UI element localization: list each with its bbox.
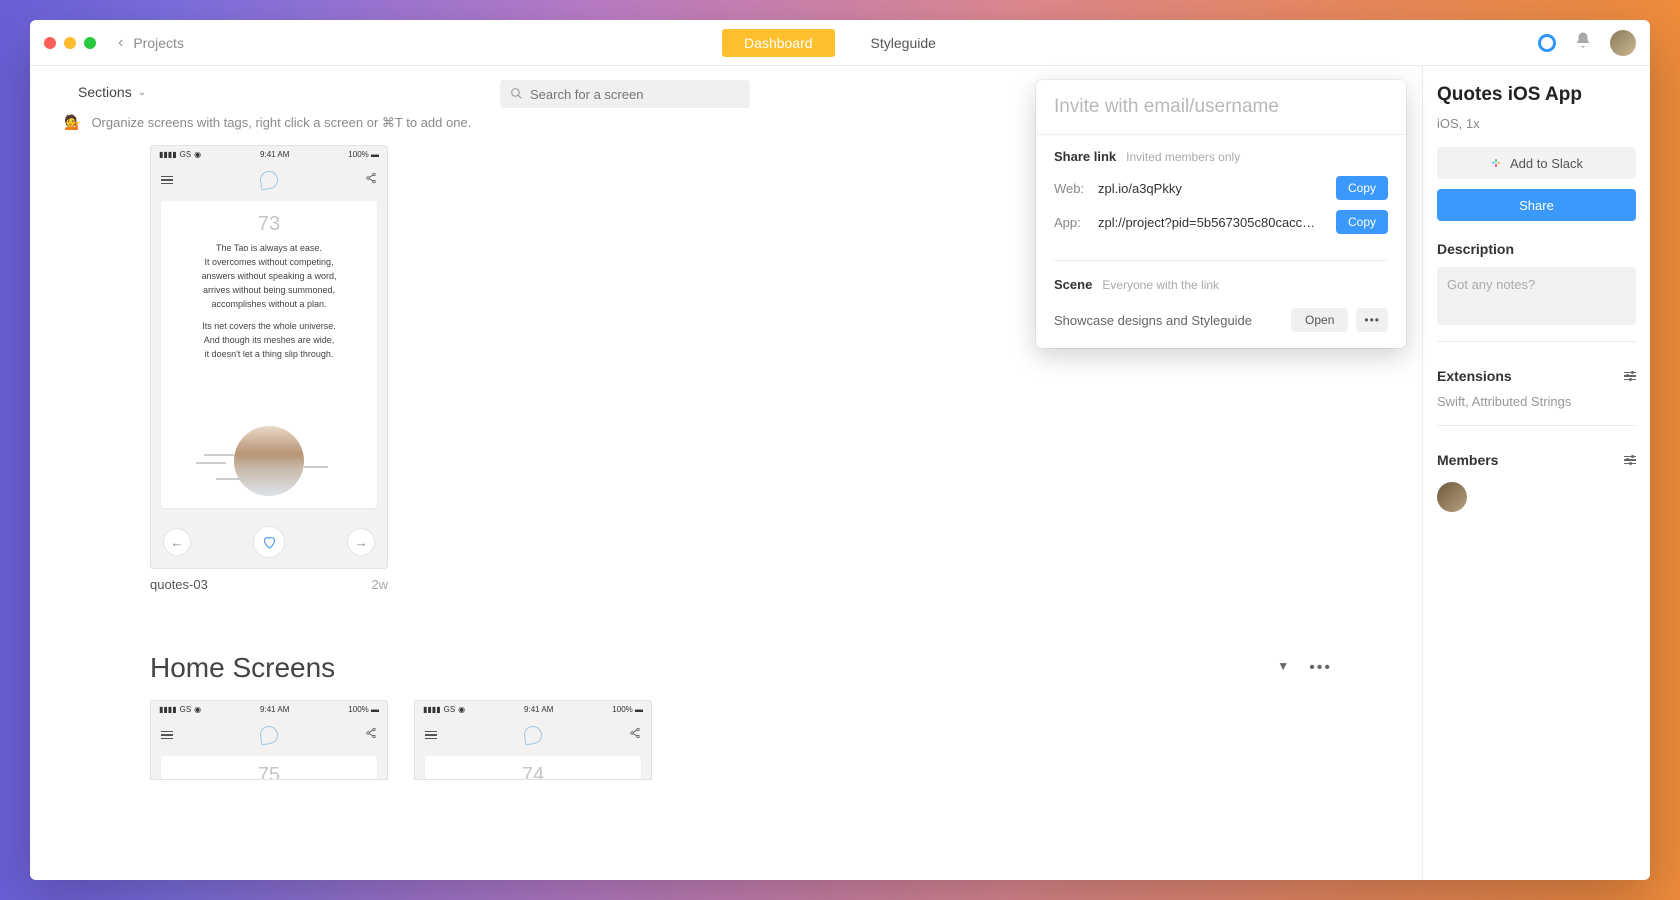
member-avatar[interactable] — [1437, 482, 1467, 512]
project-title: Quotes iOS App — [1437, 84, 1636, 106]
tab-dashboard[interactable]: Dashboard — [722, 29, 835, 57]
sliders-icon[interactable] — [1624, 456, 1636, 465]
divider — [1437, 425, 1636, 426]
copy-app-link-button[interactable]: Copy — [1336, 210, 1388, 234]
scene-sub: Everyone with the link — [1102, 278, 1219, 292]
screen-name: quotes-03 — [150, 577, 208, 592]
breadcrumb[interactable]: Projects — [133, 35, 184, 51]
sections-dropdown-label: Sections — [78, 84, 132, 100]
screen-thumbnail: ▮▮▮▮GS ◉ 9:41 AM 100% ▬ 73 — [150, 145, 388, 569]
section-title: Home Screens — [150, 652, 1277, 684]
quote-paragraph-2: Its net covers the whole universe. And t… — [202, 320, 336, 362]
tip-text: Organize screens with tags, right click … — [91, 115, 471, 131]
scene-more-button[interactable]: ••• — [1356, 308, 1388, 332]
battery-icon: ▬ — [635, 705, 643, 714]
share-link-sub: Invited members only — [1126, 150, 1240, 164]
project-subtitle: iOS, 1x — [1437, 116, 1636, 131]
app-link-label: App: — [1054, 215, 1090, 230]
statusbar-time: 9:41 AM — [260, 705, 289, 714]
screen-age: 2w — [371, 577, 388, 592]
web-link-label: Web: — [1054, 181, 1090, 196]
tab-styleguide[interactable]: Styleguide — [849, 29, 958, 57]
screen-card[interactable]: ▮▮▮▮GS ◉ 9:41 AM 100% ▬ 74 — [414, 700, 652, 780]
signal-icon: ▮▮▮▮ — [423, 705, 441, 714]
quote-number: 73 — [258, 213, 280, 236]
section-more-icon[interactable]: ••• — [1309, 659, 1332, 677]
device-statusbar: ▮▮▮▮GS ◉ 9:41 AM 100% ▬ — [151, 701, 387, 718]
titlebar: ‹ Projects Dashboard Styleguide — [30, 20, 1650, 66]
prev-arrow-icon: ← — [163, 528, 191, 556]
next-arrow-icon: → — [347, 528, 375, 556]
close-window-button[interactable] — [44, 37, 56, 49]
quote-image — [234, 426, 304, 496]
share-link-label: Share link — [1054, 149, 1116, 164]
tip-emoji-icon: 💁 — [64, 114, 81, 131]
app-logo-icon — [259, 725, 280, 746]
screen-card[interactable]: ▮▮▮▮GS ◉ 9:41 AM 100% ▬ 75 — [150, 700, 388, 780]
divider — [1437, 341, 1636, 342]
wifi-icon: ◉ — [194, 705, 201, 714]
signal-icon: ▮▮▮▮ — [159, 705, 177, 714]
quote-paragraph-1: The Tao is always at ease. It overcomes … — [201, 242, 336, 312]
app-logo-icon — [523, 725, 544, 746]
web-link-url: zpl.io/a3qPkky — [1098, 181, 1328, 196]
scene-description: Showcase designs and Styleguide — [1054, 313, 1283, 328]
add-to-slack-label: Add to Slack — [1510, 156, 1583, 171]
statusbar-time: 9:41 AM — [524, 705, 553, 714]
invite-input[interactable] — [1036, 80, 1406, 135]
quote-number: 75 — [258, 764, 280, 780]
copy-web-link-button[interactable]: Copy — [1336, 176, 1388, 200]
share-button[interactable]: Share — [1437, 189, 1636, 221]
share-button-label: Share — [1519, 198, 1554, 213]
app-logo-icon — [259, 170, 280, 191]
sections-dropdown[interactable]: Sections ⌄ — [78, 84, 146, 100]
slack-icon — [1490, 157, 1502, 169]
collapse-section-icon[interactable]: ▼ — [1277, 659, 1289, 677]
nav-tabs: Dashboard Styleguide — [722, 29, 958, 57]
heart-icon — [253, 526, 285, 558]
share-mini-icon — [365, 171, 377, 189]
quote-number: 74 — [522, 764, 544, 780]
maximize-window-button[interactable] — [84, 37, 96, 49]
open-scene-button[interactable]: Open — [1291, 308, 1348, 332]
statusbar-battery: 100% — [348, 705, 368, 714]
extensions-list: Swift, Attributed Strings — [1437, 394, 1636, 409]
search-input[interactable] — [500, 80, 750, 108]
search-icon — [510, 87, 523, 103]
members-section-label: Members — [1437, 452, 1636, 468]
signal-icon: ▮▮▮▮ — [159, 150, 177, 159]
extensions-section-label: Extensions — [1437, 368, 1636, 384]
screen-card[interactable]: ▮▮▮▮GS ◉ 9:41 AM 100% ▬ 73 — [150, 145, 388, 592]
battery-icon: ▬ — [371, 150, 379, 159]
chevron-down-icon: ⌄ — [138, 87, 146, 98]
scene-label: Scene — [1054, 277, 1092, 292]
device-statusbar: ▮▮▮▮GS ◉ 9:41 AM 100% ▬ — [415, 701, 651, 718]
user-avatar[interactable] — [1610, 30, 1636, 56]
share-mini-icon — [365, 726, 377, 744]
description-input[interactable]: Got any notes? — [1437, 267, 1636, 325]
add-to-slack-button[interactable]: Add to Slack — [1437, 147, 1636, 179]
minimize-window-button[interactable] — [64, 37, 76, 49]
hamburger-icon — [161, 731, 173, 740]
wifi-icon: ◉ — [194, 150, 201, 159]
statusbar-battery: 100% — [348, 150, 368, 159]
share-popover: Share link Invited members only Web: zpl… — [1036, 80, 1406, 348]
notifications-icon[interactable] — [1574, 31, 1592, 54]
sidebar: Quotes iOS App iOS, 1x Add to Slack Shar… — [1422, 66, 1650, 880]
statusbar-time: 9:41 AM — [260, 150, 289, 159]
hamburger-icon — [161, 176, 173, 185]
battery-icon: ▬ — [371, 705, 379, 714]
description-section-label: Description — [1437, 241, 1636, 257]
wifi-icon: ◉ — [458, 705, 465, 714]
window-controls — [44, 37, 96, 49]
share-mini-icon — [629, 726, 641, 744]
status-ring-icon[interactable] — [1538, 34, 1556, 52]
hamburger-icon — [425, 731, 437, 740]
divider — [1054, 260, 1388, 261]
sliders-icon[interactable] — [1624, 372, 1636, 381]
app-link-url: zpl://project?pid=5b567305c80cacc… — [1098, 215, 1328, 230]
back-chevron-icon[interactable]: ‹ — [118, 34, 123, 52]
device-statusbar: ▮▮▮▮GS ◉ 9:41 AM 100% ▬ — [151, 146, 387, 163]
statusbar-battery: 100% — [612, 705, 632, 714]
